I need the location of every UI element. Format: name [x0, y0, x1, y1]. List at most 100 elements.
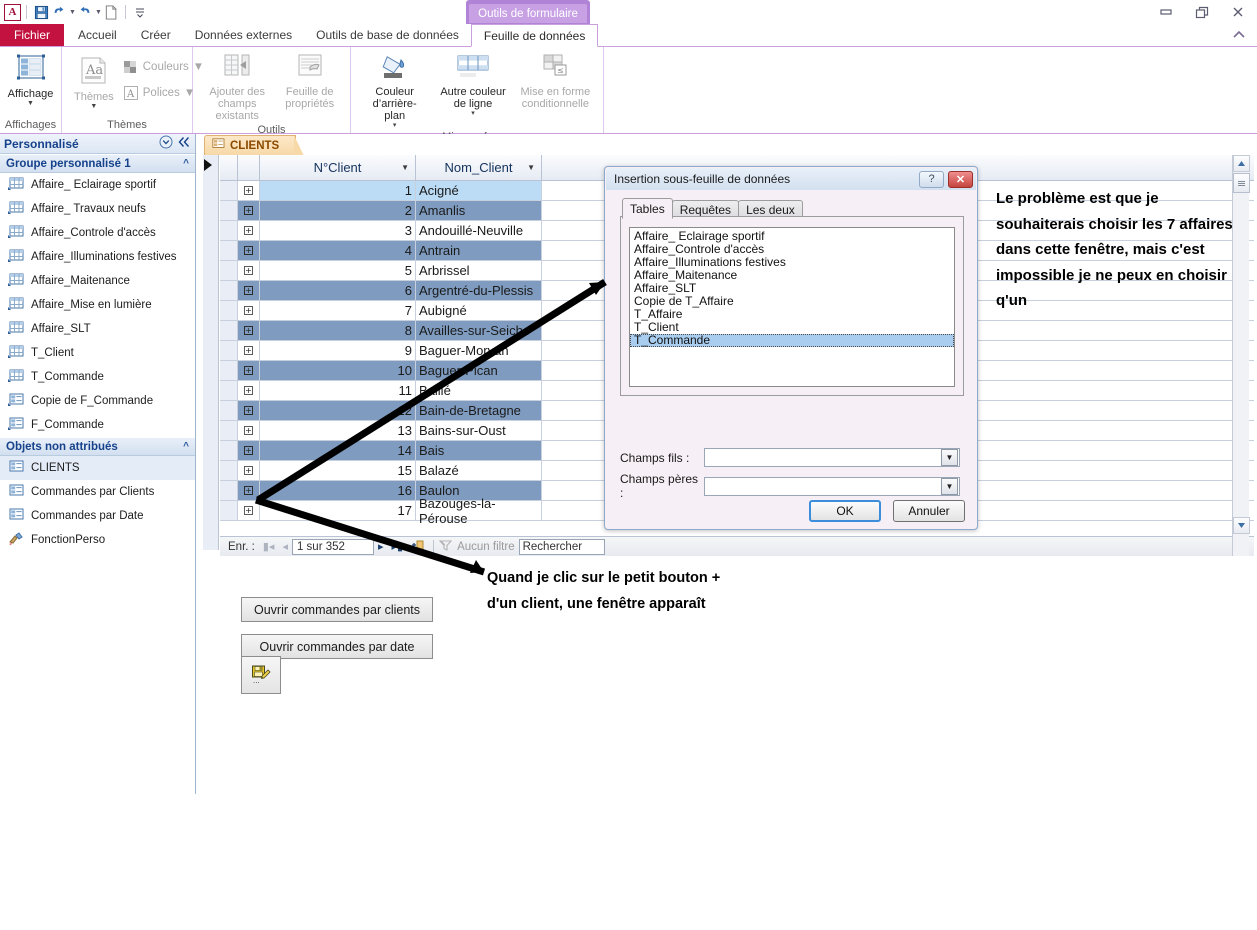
access-app-icon[interactable]: A — [4, 3, 21, 21]
tab-creer[interactable]: Créer — [129, 24, 183, 46]
cell-nom-client[interactable]: Bais — [416, 441, 542, 460]
cell-nom-client[interactable]: Baguer-Morvan — [416, 341, 542, 360]
ouvrir-commandes-par-clients-button[interactable]: Ouvrir commandes par clients — [241, 597, 433, 622]
row-selector[interactable] — [220, 481, 238, 500]
sidebar-item-affaire-illuminations-festives[interactable]: Affaire_Illuminations festives — [0, 245, 195, 269]
tab-outils-base-de-donnees[interactable]: Outils de base de données — [304, 24, 471, 46]
minimize-button[interactable] — [1155, 3, 1177, 21]
undo-dropdown-icon[interactable]: ▼ — [69, 9, 76, 16]
affichage-button[interactable]: Affichage ▼ — [2, 50, 60, 107]
first-record-button[interactable]: ▮◂ — [259, 540, 279, 553]
cell-nom-client[interactable]: Aubigné — [416, 301, 542, 320]
cell-nom-client[interactable]: Bains-sur-Oust — [416, 421, 542, 440]
scroll-up-button[interactable] — [1233, 155, 1250, 172]
document-tab-clients[interactable]: CLIENTS — [204, 135, 305, 156]
chevron-down-icon[interactable]: ▼ — [401, 163, 409, 172]
row-selector[interactable] — [220, 261, 238, 280]
search-input[interactable]: Rechercher — [518, 538, 605, 555]
row-selector[interactable] — [220, 301, 238, 320]
expand-subdatasheet-button[interactable]: + — [238, 301, 260, 320]
cell-nom-client[interactable]: Antrain — [416, 241, 542, 260]
cell-nom-client[interactable]: Bazouges-la-Pérouse — [416, 496, 542, 526]
ribbon-collapse-icon[interactable] — [1231, 24, 1257, 46]
sidebar-item-t-commande[interactable]: T_Commande — [0, 365, 195, 389]
object-list[interactable]: Affaire_ Eclairage sportif Affaire_Contro… — [629, 227, 955, 387]
navpane-group-groupe-personnalise-1[interactable]: Groupe personnalisé 1 ^ — [0, 154, 195, 173]
cell-numclient[interactable]: 13 — [260, 421, 416, 440]
next-record-button[interactable]: ▸ — [374, 540, 388, 553]
expand-subdatasheet-button[interactable]: + — [238, 401, 260, 420]
sidebar-item-copie-de-f-commande[interactable]: Copie de F_Commande — [0, 389, 195, 413]
cell-numclient[interactable]: 4 — [260, 241, 416, 260]
restore-button[interactable] — [1191, 3, 1213, 21]
redo-dropdown-icon[interactable]: ▼ — [95, 9, 102, 16]
tab-feuille-de-donnees[interactable]: Feuille de données — [470, 24, 599, 47]
couleur-arriere-plan-caret-icon[interactable]: ▾ — [393, 122, 397, 129]
select-all-corner[interactable] — [220, 155, 238, 180]
scroll-down-button[interactable] — [1233, 517, 1250, 534]
row-selector[interactable] — [220, 201, 238, 220]
row-selector[interactable] — [220, 361, 238, 380]
row-selector[interactable] — [220, 401, 238, 420]
navigation-pane-menu-icon[interactable] — [159, 135, 173, 152]
sidebar-item-f-commande[interactable]: F_Commande — [0, 413, 195, 437]
feuille-proprietes-button[interactable]: Feuille de propriétés — [275, 50, 344, 110]
cell-nom-client[interactable]: Availles-sur-Seiche — [416, 321, 542, 340]
autre-couleur-ligne-caret-icon[interactable]: ▾ — [471, 110, 475, 117]
cell-numclient[interactable]: 12 — [260, 401, 416, 420]
expand-subdatasheet-button[interactable]: + — [238, 341, 260, 360]
chevron-up-icon[interactable]: ^ — [183, 158, 189, 169]
list-item[interactable]: T_Commande — [630, 334, 954, 347]
filter-status[interactable]: Aucun filtre — [438, 539, 515, 554]
expand-subdatasheet-button[interactable]: + — [238, 501, 260, 520]
cell-numclient[interactable]: 5 — [260, 261, 416, 280]
expand-subdatasheet-button[interactable]: + — [238, 181, 260, 200]
row-selector[interactable] — [220, 181, 238, 200]
navigation-pane-collapse-icon[interactable] — [178, 136, 191, 151]
cell-numclient[interactable]: 10 — [260, 361, 416, 380]
close-button[interactable] — [1227, 3, 1249, 21]
cell-numclient[interactable]: 14 — [260, 441, 416, 460]
row-selector[interactable] — [220, 381, 238, 400]
themes-caret-icon[interactable]: ▼ — [90, 103, 97, 110]
navpane-group-objets-non-attribues[interactable]: Objets non attribués ^ — [0, 437, 195, 456]
ok-button[interactable]: OK — [809, 500, 881, 522]
column-header-nom-client[interactable]: Nom_Client ▼ — [416, 155, 542, 180]
expand-subdatasheet-button[interactable]: + — [238, 321, 260, 340]
mise-en-forme-conditionnelle-button[interactable]: ≤ Mise en forme conditionnelle — [514, 50, 597, 110]
cell-nom-client[interactable]: Andouillé-Neuville — [416, 221, 542, 240]
cell-nom-client[interactable]: Amanlis — [416, 201, 542, 220]
customize-qat-icon[interactable] — [131, 3, 149, 21]
previous-record-button[interactable]: ◂ — [278, 540, 292, 553]
cell-nom-client[interactable]: Baillé — [416, 381, 542, 400]
chevron-up-icon[interactable]: ^ — [183, 441, 189, 452]
expand-subdatasheet-button[interactable]: + — [238, 201, 260, 220]
sidebar-item-t-client[interactable]: T_Client — [0, 341, 195, 365]
cell-nom-client[interactable]: Arbrissel — [416, 261, 542, 280]
cell-nom-client[interactable]: Baguer-Pican — [416, 361, 542, 380]
undo-icon[interactable] — [50, 3, 68, 21]
tab-accueil[interactable]: Accueil — [66, 24, 129, 46]
record-position-field[interactable]: 1 sur 352 — [291, 538, 374, 555]
row-selector[interactable] — [220, 221, 238, 240]
expand-subdatasheet-button[interactable]: + — [238, 381, 260, 400]
expand-subdatasheet-button[interactable]: + — [238, 281, 260, 300]
cell-numclient[interactable]: 15 — [260, 461, 416, 480]
last-record-button[interactable]: ▸▮ — [388, 540, 408, 553]
cell-nom-client[interactable]: Balazé — [416, 461, 542, 480]
themes-button[interactable]: Aa Thèmes ▼ — [68, 53, 120, 110]
expand-subdatasheet-button[interactable]: + — [238, 441, 260, 460]
chevron-down-icon[interactable]: ▼ — [941, 449, 958, 466]
redo-icon[interactable] — [76, 3, 94, 21]
row-selector[interactable] — [220, 321, 238, 340]
couleur-arriere-plan-button[interactable]: Couleur d’arrière-plan ▾ — [357, 50, 432, 129]
expand-subdatasheet-button[interactable]: + — [238, 261, 260, 280]
sidebar-item-fonctionperso[interactable]: FonctionPerso — [0, 528, 195, 552]
cell-numclient[interactable]: 11 — [260, 381, 416, 400]
ajouter-champs-button[interactable]: Ajouter des champs existants — [199, 50, 275, 122]
sidebar-item-commandes-par-clients[interactable]: Commandes par Clients — [0, 480, 195, 504]
row-selector[interactable] — [220, 421, 238, 440]
column-header-numclient[interactable]: N°Client ▼ — [260, 155, 416, 180]
tab-fichier[interactable]: Fichier — [0, 24, 65, 46]
close-icon[interactable]: ✕ — [948, 170, 973, 188]
